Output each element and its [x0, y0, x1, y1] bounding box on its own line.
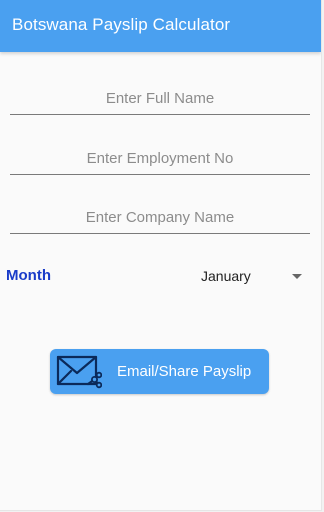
- full-name-input[interactable]: [10, 82, 310, 115]
- email-share-icon: [56, 355, 102, 389]
- month-selected-value: January: [201, 268, 251, 284]
- dropdown-caret-icon: [292, 274, 302, 279]
- app-title: Botswana Payslip Calculator: [12, 15, 231, 34]
- month-dropdown[interactable]: January: [196, 260, 310, 292]
- app-screen: Botswana Payslip Calculator Month Januar…: [0, 0, 322, 511]
- month-label: Month: [6, 267, 51, 284]
- email-share-payslip-button[interactable]: Email/Share Payslip: [50, 349, 269, 394]
- employment-no-input[interactable]: [10, 142, 310, 175]
- email-share-payslip-label: Email/Share Payslip: [117, 363, 252, 380]
- app-bar: Botswana Payslip Calculator: [0, 0, 321, 52]
- company-name-input[interactable]: [10, 201, 310, 234]
